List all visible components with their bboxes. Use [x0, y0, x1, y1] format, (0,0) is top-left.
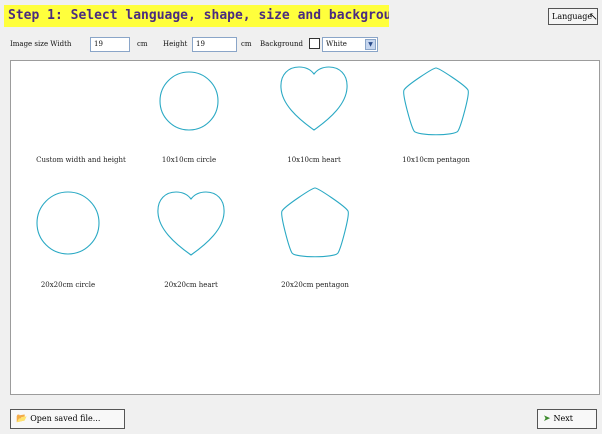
- folder-open-icon: 📂: [16, 414, 28, 424]
- shape-option-10-circle[interactable]: 10x10cm circle: [159, 71, 219, 181]
- background-select[interactable]: White ▼: [322, 37, 378, 52]
- next-button[interactable]: ➤ Next: [537, 409, 597, 429]
- open-saved-file-label: Open saved file...: [30, 414, 101, 423]
- background-label: Background: [260, 40, 304, 48]
- shape-option-20-pentagon[interactable]: 20x20cm pentagon: [279, 186, 351, 296]
- shape-option-10-pentagon[interactable]: 10x10cm pentagon: [401, 66, 471, 176]
- chevron-down-icon[interactable]: ▼: [365, 39, 376, 50]
- shape-selection-area: Custom width and height 10x10cm circle 1…: [10, 60, 600, 395]
- shape-caption: 20x20cm pentagon: [281, 281, 349, 289]
- next-button-label: Next: [553, 414, 574, 423]
- background-select-value: White: [326, 40, 347, 48]
- bottom-bar: 📂 Open saved file... ➤ Next: [0, 401, 602, 434]
- shape-option-20-heart[interactable]: 20x20cm heart: [156, 191, 226, 301]
- open-saved-file-button[interactable]: 📂 Open saved file...: [10, 409, 125, 429]
- background-color-swatch[interactable]: [309, 38, 320, 49]
- shape-option-20-circle[interactable]: 20x20cm circle: [36, 191, 100, 301]
- shape-caption: 10x10cm pentagon: [402, 156, 470, 164]
- pentagon-shape-icon: [403, 67, 469, 136]
- pentagon-shape-icon: [281, 187, 349, 258]
- mouse-cursor-icon: ↖: [588, 10, 598, 23]
- height-unit-label: cm: [241, 40, 252, 48]
- heart-shape-icon: [157, 191, 225, 256]
- shape-option-10-heart[interactable]: 10x10cm heart: [279, 66, 349, 176]
- width-unit-label: cm: [137, 40, 148, 48]
- circle-shape-icon: [159, 71, 219, 131]
- height-label: Height: [163, 40, 188, 48]
- language-button-label: Language: [552, 12, 593, 21]
- language-button[interactable]: Language ↖: [548, 8, 598, 25]
- image-size-width-label: Image size Width: [10, 40, 72, 48]
- next-arrow-icon: ➤: [543, 414, 551, 424]
- step-title: Step 1: Select language, shape, size and…: [4, 5, 389, 27]
- circle-shape-icon: [36, 191, 100, 255]
- heart-shape-icon: [280, 66, 348, 131]
- width-input[interactable]: 19: [90, 37, 130, 52]
- height-input[interactable]: 19: [192, 37, 237, 52]
